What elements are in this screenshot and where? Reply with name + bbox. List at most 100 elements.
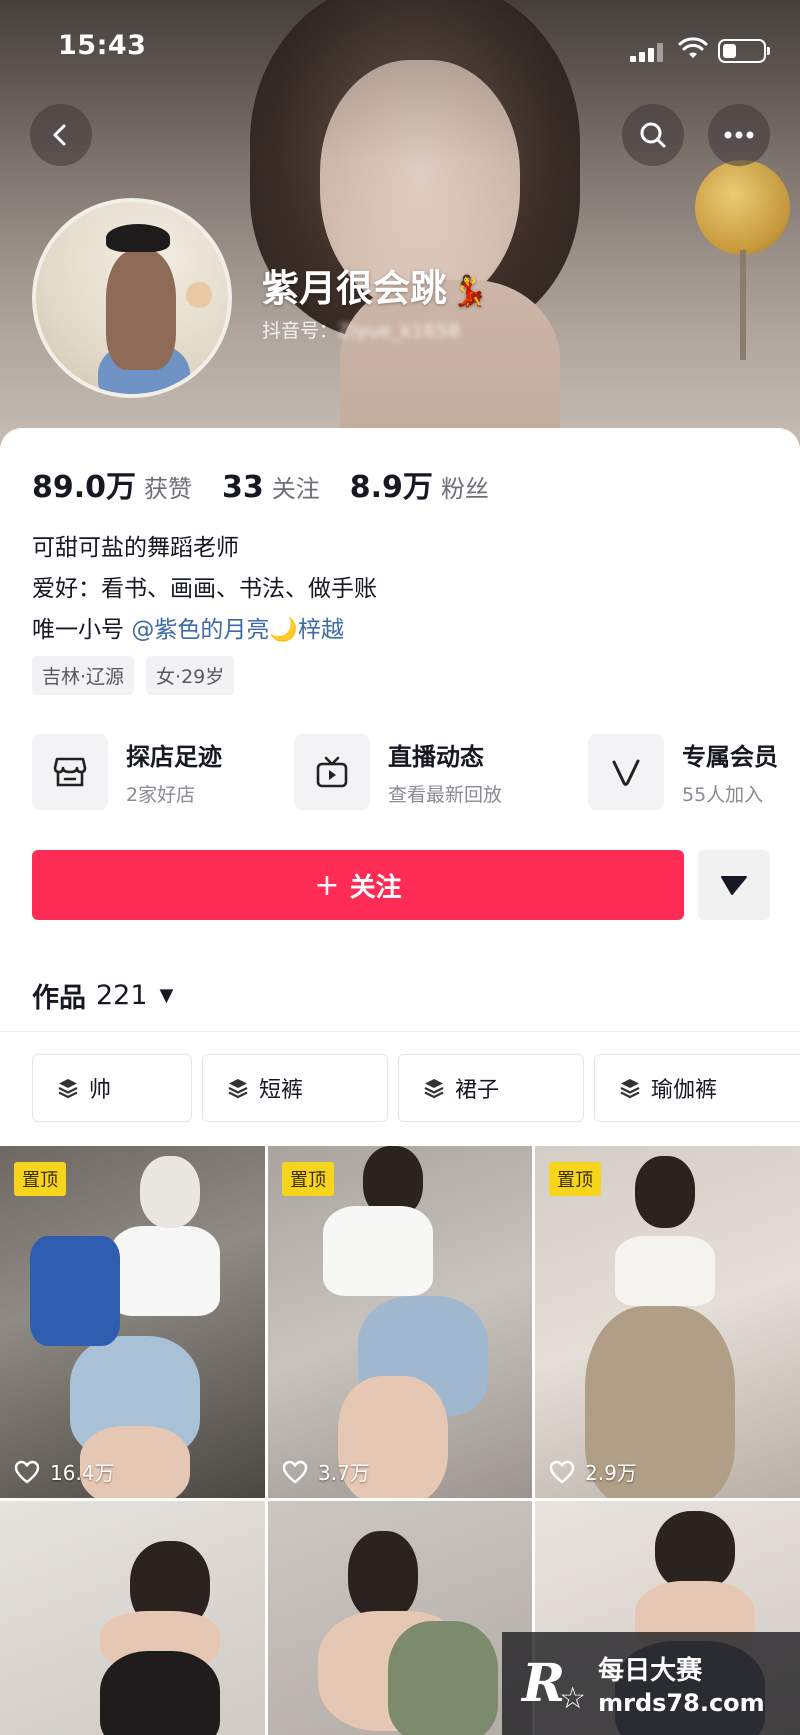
video-thumbnail[interactable] bbox=[0, 1501, 265, 1735]
feature-store-visits[interactable]: 探店足迹 2家好店 bbox=[32, 732, 222, 812]
bio-line: 爱好：看书、画画、书法、做手账 bbox=[32, 576, 377, 602]
layers-icon bbox=[228, 1079, 248, 1099]
works-count: 221 bbox=[96, 980, 148, 1011]
feature-subtitle: 查看最新回放 bbox=[388, 784, 503, 806]
avatar-figure-hand bbox=[186, 282, 212, 308]
tv-icon bbox=[294, 734, 370, 810]
collection-chip[interactable]: 帅 bbox=[32, 1054, 192, 1122]
like-count-text: 16.4万 bbox=[50, 1461, 115, 1485]
like-count: 16.4万 bbox=[14, 1457, 115, 1486]
like-count: 2.9万 bbox=[549, 1457, 637, 1486]
video-thumbnail[interactable]: 置顶 16.4万 bbox=[0, 1146, 265, 1498]
profile-card: 89.0万 获赞 33 关注 8.9万 粉丝 可甜可盐的舞蹈老师 爱好：看书、画… bbox=[0, 428, 800, 1735]
collection-chip[interactable]: 瑜伽裤 bbox=[594, 1054, 800, 1122]
layers-icon bbox=[58, 1079, 78, 1099]
site-watermark: R ☆ 每日大赛 mrds78.com bbox=[502, 1632, 800, 1735]
battery-icon bbox=[718, 39, 770, 63]
thumbnail-figure bbox=[615, 1236, 715, 1306]
back-button[interactable] bbox=[30, 104, 92, 166]
collection-chip[interactable]: 裙子 bbox=[398, 1054, 584, 1122]
search-button[interactable] bbox=[622, 104, 684, 166]
chevron-left-icon bbox=[53, 124, 66, 146]
works-tab[interactable]: 作品 221 ▼ bbox=[32, 976, 173, 1015]
thumbnail-figure bbox=[30, 1236, 120, 1346]
feature-subtitle: 55人加入 bbox=[682, 784, 764, 806]
feature-membership[interactable]: 专属会员 55人加入 bbox=[588, 732, 778, 812]
stat-followers[interactable]: 8.9万 粉丝 bbox=[350, 462, 489, 506]
vip-v-icon bbox=[588, 734, 664, 810]
avatar-figure-hat bbox=[106, 224, 170, 252]
pinned-badge: 置顶 bbox=[549, 1162, 601, 1196]
cellular-signal-icon bbox=[630, 42, 664, 62]
more-options-button[interactable] bbox=[708, 104, 770, 166]
store-icon bbox=[32, 734, 108, 810]
feature-subtitle: 2家好店 bbox=[126, 784, 196, 806]
nickname-text: 紫月很会跳 bbox=[262, 267, 447, 310]
profile-stats: 89.0万 获赞 33 关注 8.9万 粉丝 bbox=[32, 462, 519, 506]
stat-likes: 89.0万 获赞 bbox=[32, 462, 192, 506]
stat-label: 获赞 bbox=[144, 475, 193, 503]
battery-level bbox=[723, 44, 736, 58]
search-icon bbox=[640, 122, 666, 148]
feature-title: 直播动态 bbox=[388, 743, 484, 771]
gender-age-tag: 女·29岁 bbox=[146, 656, 235, 695]
thumbnail-figure bbox=[140, 1156, 200, 1228]
feature-live-updates[interactable]: 直播动态 查看最新回放 bbox=[294, 732, 502, 812]
douyin-id-value: Ziyue_k1658 bbox=[338, 320, 461, 342]
mention-link[interactable]: @紫色的月亮🌙梓越 bbox=[131, 617, 344, 643]
layers-icon bbox=[424, 1079, 444, 1099]
status-time: 15:43 bbox=[58, 30, 147, 61]
heart-icon bbox=[282, 1460, 308, 1483]
collection-name: 瑜伽裤 bbox=[651, 1078, 718, 1103]
plus-icon: + bbox=[314, 867, 340, 903]
status-bar: 15:43 bbox=[0, 0, 800, 100]
caret-down-icon: ▼ bbox=[159, 985, 174, 1006]
collection-name: 短裤 bbox=[259, 1078, 304, 1103]
heart-icon bbox=[549, 1460, 575, 1483]
douyin-id-label: 抖音号： bbox=[262, 320, 339, 342]
heart-icon bbox=[14, 1460, 40, 1483]
stat-value: 89.0万 bbox=[32, 470, 137, 505]
thumbnail-figure bbox=[635, 1156, 695, 1228]
nickname: 紫月很会跳 💃 bbox=[262, 258, 488, 312]
recommend-dropdown-button[interactable] bbox=[698, 850, 770, 920]
feature-title: 专属会员 bbox=[682, 743, 778, 771]
thumbnail-figure bbox=[100, 1651, 220, 1735]
stat-label: 关注 bbox=[271, 475, 320, 503]
like-count-text: 3.7万 bbox=[318, 1461, 370, 1485]
dancer-emoji: 💃 bbox=[451, 274, 489, 309]
stat-following[interactable]: 33 关注 bbox=[222, 469, 320, 505]
video-thumbnail[interactable] bbox=[268, 1501, 532, 1735]
pinned-badge: 置顶 bbox=[282, 1162, 334, 1196]
douyin-id[interactable]: 抖音号：Ziyue_k1658 bbox=[262, 316, 460, 343]
stat-value: 8.9万 bbox=[349, 470, 433, 505]
wifi-icon bbox=[678, 37, 708, 58]
feature-title: 探店足迹 bbox=[126, 743, 222, 771]
divider bbox=[0, 1031, 800, 1032]
bio-line: 唯一小号 @紫色的月亮🌙梓越 bbox=[32, 610, 377, 651]
thumbnail-figure bbox=[348, 1531, 418, 1621]
thumbnail-figure bbox=[388, 1621, 498, 1735]
thumbnail-figure bbox=[655, 1511, 735, 1591]
avatar[interactable] bbox=[32, 198, 232, 398]
watermark-url: mrds78.com bbox=[598, 1689, 765, 1717]
collection-chips: 帅 短裤 裙子 瑜伽裤 bbox=[32, 1054, 800, 1124]
ellipsis-icon bbox=[724, 131, 754, 139]
bio-text: 唯一小号 bbox=[32, 617, 124, 643]
pinned-badge: 置顶 bbox=[14, 1162, 66, 1196]
bio-line: 可甜可盐的舞蹈老师 bbox=[32, 535, 239, 561]
video-thumbnail[interactable]: 置顶 3.7万 bbox=[268, 1146, 532, 1498]
avatar-figure-body bbox=[106, 250, 176, 370]
follow-label: 关注 bbox=[349, 872, 402, 903]
works-label: 作品 bbox=[32, 983, 86, 1014]
thumbnail-figure bbox=[323, 1206, 433, 1296]
stat-label: 粉丝 bbox=[440, 475, 489, 503]
collection-chip[interactable]: 短裤 bbox=[202, 1054, 388, 1122]
video-thumbnail[interactable]: 置顶 2.9万 bbox=[535, 1146, 800, 1498]
follow-button[interactable]: + 关注 bbox=[32, 850, 684, 920]
bio: 可甜可盐的舞蹈老师 爱好：看书、画画、书法、做手账 唯一小号 @紫色的月亮🌙梓越 bbox=[32, 528, 377, 651]
watermark-title: 每日大赛 bbox=[598, 1656, 703, 1686]
triangle-down-icon bbox=[721, 876, 747, 895]
star-icon: ☆ bbox=[559, 1681, 587, 1716]
profile-tags: 吉林·辽源 女·29岁 bbox=[32, 656, 246, 695]
